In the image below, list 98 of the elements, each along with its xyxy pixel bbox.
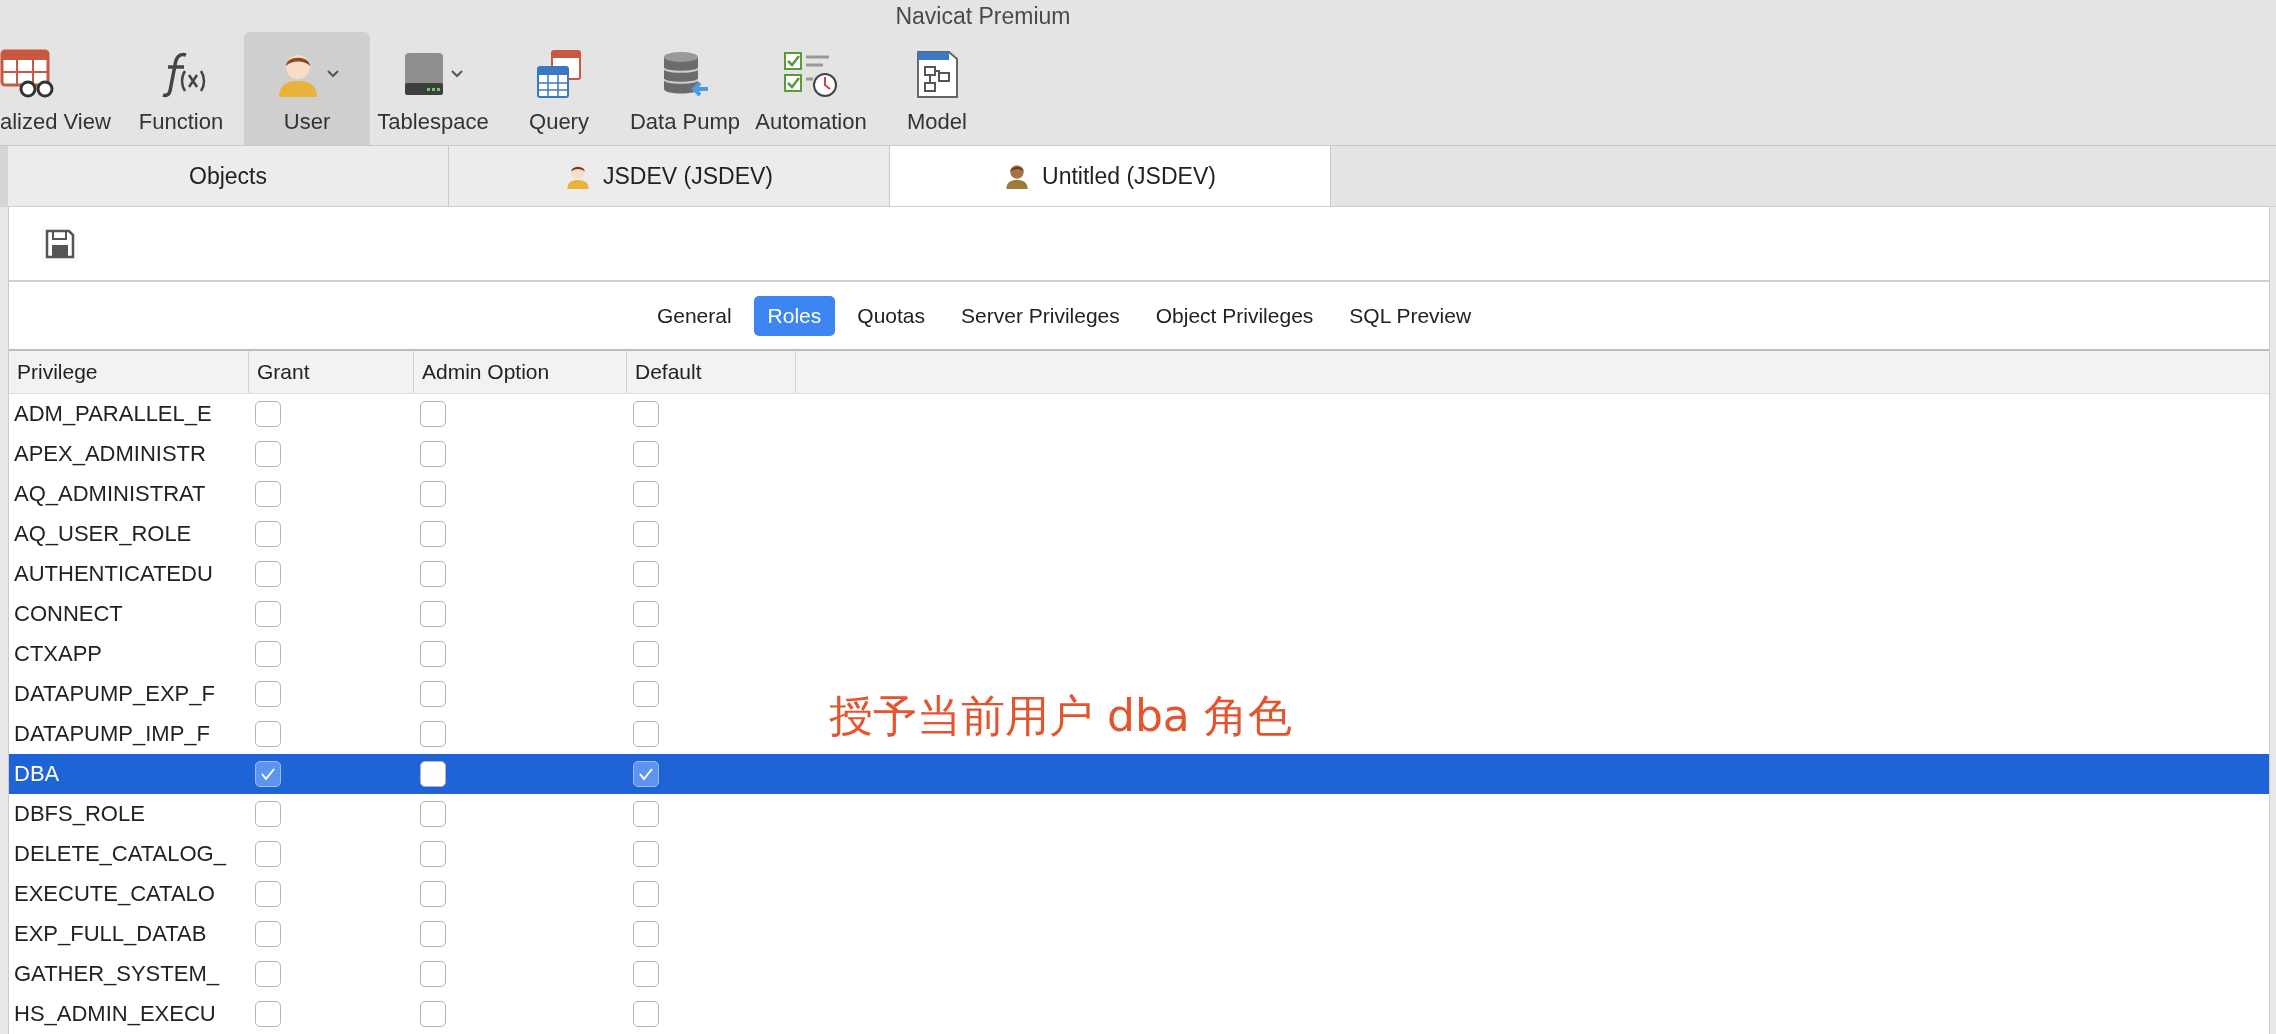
- checkmark-icon: [638, 767, 654, 781]
- checkbox[interactable]: [255, 481, 281, 507]
- toolbar-button[interactable]: alized View: [0, 32, 118, 145]
- checkbox[interactable]: [420, 681, 446, 707]
- toolbar-button[interactable]: Query: [496, 32, 622, 145]
- checkbox[interactable]: [633, 681, 659, 707]
- checkbox[interactable]: [255, 641, 281, 667]
- checkbox[interactable]: [633, 481, 659, 507]
- user-icon: [565, 162, 591, 190]
- table-cell: ADM_PARALLEL_E: [14, 401, 212, 427]
- tab[interactable]: JSDEV (JSDEV): [449, 146, 890, 206]
- toolbar-button[interactable]: Data Pump: [622, 32, 748, 145]
- column-header[interactable]: Privilege: [9, 351, 249, 393]
- tab[interactable]: Roles: [753, 295, 836, 336]
- checkbox[interactable]: [633, 761, 659, 787]
- table-cell: DELETE_CATALOG_: [14, 841, 226, 867]
- checkbox[interactable]: [255, 521, 281, 547]
- checkbox[interactable]: [255, 441, 281, 467]
- checkbox[interactable]: [255, 561, 281, 587]
- table-cell: DBFS_ROLE: [14, 801, 145, 827]
- column-header[interactable]: Admin Option: [414, 351, 627, 393]
- tables-icon: [534, 49, 584, 99]
- column-header[interactable]: Default: [627, 351, 796, 393]
- checkbox[interactable]: [633, 521, 659, 547]
- checkbox[interactable]: [255, 881, 281, 907]
- table-cell: DBA: [14, 761, 60, 787]
- table-cell: AUTHENTICATEDU: [14, 561, 213, 587]
- tab[interactable]: Objects: [8, 146, 449, 206]
- checkbox[interactable]: [633, 921, 659, 947]
- tab[interactable]: Untitled (JSDEV): [890, 146, 1331, 206]
- toolbar-button[interactable]: Automation: [748, 32, 874, 145]
- checkbox[interactable]: [633, 441, 659, 467]
- checkmark-icon: [260, 767, 276, 781]
- checkbox[interactable]: [420, 841, 446, 867]
- toolbar-button[interactable]: User: [244, 32, 370, 145]
- checkbox[interactable]: [633, 1001, 659, 1027]
- checkbox[interactable]: [633, 561, 659, 587]
- diagram-icon: [915, 49, 959, 99]
- checkbox[interactable]: [420, 921, 446, 947]
- checkbox[interactable]: [633, 641, 659, 667]
- toolbar-button[interactable]: Tablespace: [370, 32, 496, 145]
- tab[interactable]: Quotas: [843, 295, 940, 336]
- checkbox[interactable]: [255, 1001, 281, 1027]
- column-header[interactable]: Grant: [249, 351, 414, 393]
- checkbox[interactable]: [633, 721, 659, 747]
- checkbox[interactable]: [255, 841, 281, 867]
- tab[interactable]: Server Privileges: [947, 295, 1134, 336]
- checkbox[interactable]: [255, 601, 281, 627]
- table-cell: EXP_FULL_DATAB: [14, 921, 207, 947]
- checkbox[interactable]: [420, 401, 446, 427]
- checklist-clock-icon: [783, 49, 839, 99]
- selected-row-highlight[interactable]: DBA: [9, 754, 2269, 794]
- checkbox[interactable]: [420, 801, 446, 827]
- checkbox[interactable]: [633, 841, 659, 867]
- toolbar-button[interactable]: Function: [118, 32, 244, 145]
- checkbox[interactable]: [420, 881, 446, 907]
- table-cell: CTXAPP: [14, 641, 103, 667]
- table-cell: EXECUTE_CATALO: [14, 881, 215, 907]
- checkbox[interactable]: [255, 961, 281, 987]
- table-cell: AQ_ADMINISTRAT: [14, 481, 206, 507]
- database-arrow-icon: [660, 49, 710, 99]
- checkbox[interactable]: [255, 921, 281, 947]
- checkbox[interactable]: [420, 641, 446, 667]
- tab[interactable]: Object Privileges: [1141, 295, 1328, 336]
- checkbox[interactable]: [633, 961, 659, 987]
- table-glasses-icon: [0, 49, 56, 99]
- table-cell: HS_ADMIN_EXECU: [14, 1001, 216, 1027]
- checkbox[interactable]: [633, 801, 659, 827]
- table-cell: AQ_USER_ROLE: [14, 521, 192, 547]
- tab[interactable]: SQL Preview: [1335, 295, 1486, 336]
- checkbox[interactable]: [255, 681, 281, 707]
- checkbox[interactable]: [633, 601, 659, 627]
- annotation-text: 授予当前用户 dba 角色: [829, 689, 1292, 743]
- table-cell: APEX_ADMINISTR: [14, 441, 206, 467]
- checkbox[interactable]: [420, 521, 446, 547]
- checkbox[interactable]: [420, 721, 446, 747]
- checkbox[interactable]: [255, 401, 281, 427]
- checkbox[interactable]: [255, 801, 281, 827]
- checkbox[interactable]: [420, 441, 446, 467]
- checkbox[interactable]: [420, 561, 446, 587]
- checkbox[interactable]: [420, 1001, 446, 1027]
- checkbox[interactable]: [420, 601, 446, 627]
- save-icon[interactable]: [44, 227, 76, 260]
- checkbox[interactable]: [633, 881, 659, 907]
- table-cell: DATAPUMP_IMP_F: [14, 721, 210, 747]
- toolbar-button[interactable]: Model: [874, 32, 1000, 145]
- tab[interactable]: General: [642, 295, 746, 336]
- table-cell: CONNECT: [14, 601, 123, 627]
- checkbox[interactable]: [255, 761, 281, 787]
- checkbox[interactable]: [420, 761, 446, 787]
- window-title: Navicat Premium: [895, 3, 1071, 30]
- checkbox[interactable]: [255, 721, 281, 747]
- table-cell: GATHER_SYSTEM_: [14, 961, 219, 987]
- checkbox[interactable]: [420, 961, 446, 987]
- checkbox[interactable]: [420, 481, 446, 507]
- checkbox[interactable]: [633, 401, 659, 427]
- table-cell: DATAPUMP_EXP_F: [14, 681, 215, 707]
- user-icon: [1004, 162, 1031, 190]
